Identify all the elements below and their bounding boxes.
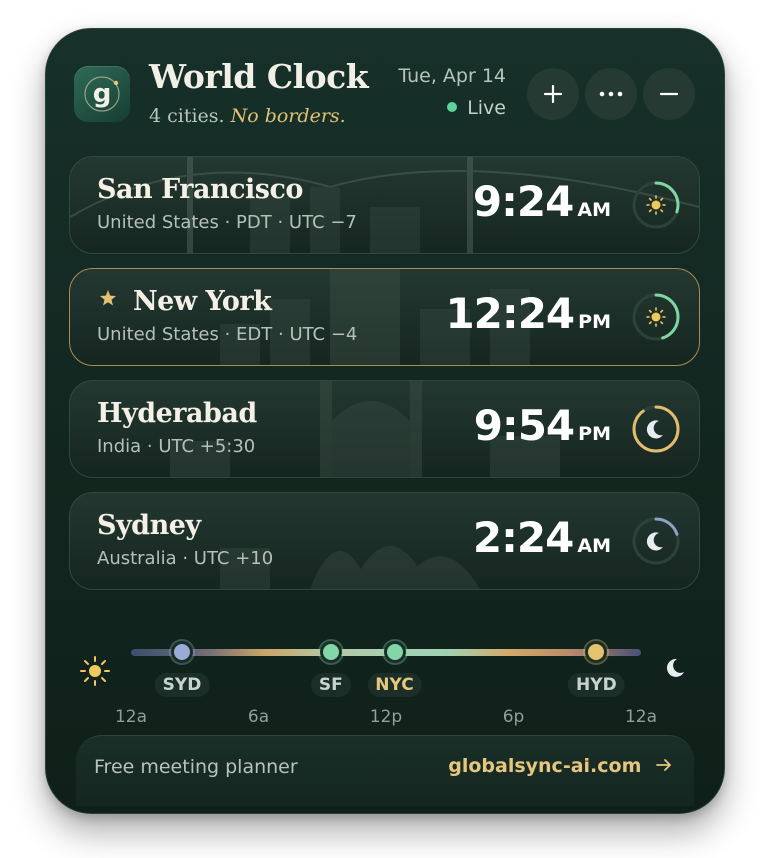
timeline-label-sf: SF <box>310 673 351 697</box>
footer: Free meeting planner globalsync-ai.com <box>76 735 694 806</box>
svg-text:g: g <box>93 79 112 109</box>
timeline-label-hyd: HYD <box>568 673 625 697</box>
city-name: Hyderabad <box>97 398 257 429</box>
city-card-san-francisco[interactable]: San Francisco United States · PDT · UTC … <box>69 156 700 254</box>
moon-icon <box>646 420 663 439</box>
timeline-marker-sf[interactable] <box>319 641 342 663</box>
current-date: Tue, Apr 14 <box>398 65 506 87</box>
live-status: Live <box>447 97 506 119</box>
timeline-marker-nyc[interactable] <box>383 641 406 663</box>
sun-icon <box>80 656 110 686</box>
add-city-button[interactable] <box>527 68 579 120</box>
plus-icon <box>543 84 563 104</box>
minus-icon <box>659 92 679 96</box>
timeline-label-syd: SYD <box>154 673 210 697</box>
time-value: 12:24 <box>445 289 575 338</box>
timeline-tick: 6a <box>247 707 270 727</box>
city-meta: United States · EDT · UTC −4 <box>97 324 358 345</box>
city-name: Sydney <box>97 510 201 541</box>
timeline-tick: 12p <box>369 707 403 727</box>
app-title: World Clock <box>149 57 369 96</box>
timeline-tick: 12a <box>624 707 658 727</box>
time-ampm: PM <box>578 423 611 445</box>
city-time: 2:24 AM <box>473 513 611 562</box>
night-progress-ring <box>632 405 680 453</box>
logo-g-icon: g <box>74 66 130 122</box>
moon-icon <box>666 658 684 677</box>
city-card-new-york[interactable]: New York United States · EDT · UTC −4 12… <box>69 268 700 366</box>
city-time: 9:54 PM <box>474 401 611 450</box>
more-options-button[interactable] <box>585 68 637 120</box>
app-subtitle: 4 cities. No borders. <box>149 105 346 127</box>
city-meta: United States · PDT · UTC −7 <box>97 212 357 233</box>
live-dot-icon <box>447 102 458 112</box>
city-name: San Francisco <box>97 174 303 205</box>
time-ampm: PM <box>578 311 611 333</box>
timeline-tick: 6p <box>502 707 525 727</box>
more-icon <box>599 91 623 97</box>
subtitle-tagline: No borders. <box>230 105 346 127</box>
sun-icon <box>646 195 666 215</box>
star-icon[interactable] <box>99 289 117 307</box>
arrow-right-icon <box>656 759 671 771</box>
world-clock-widget: g World Clock 4 cities. No borders. Tue,… <box>45 28 725 814</box>
timeline-marker-hyd[interactable] <box>585 641 608 663</box>
night-progress-ring <box>632 517 680 565</box>
city-time: 12:24 PM <box>445 289 611 338</box>
time-ampm: AM <box>577 199 611 221</box>
timeline-marker-syd[interactable] <box>171 641 193 663</box>
subtitle-count: 4 cities. <box>149 105 225 127</box>
city-time: 9:24 AM <box>473 177 611 226</box>
time-ampm: AM <box>577 535 611 557</box>
live-label: Live <box>467 97 506 119</box>
time-value: 9:54 <box>473 401 575 450</box>
city-card-sydney[interactable]: Sydney Australia · UTC +10 2:24 AM <box>69 492 700 590</box>
city-name: New York <box>133 286 272 317</box>
city-card-hyderabad[interactable]: Hyderabad India · UTC +5:30 9:54 PM <box>69 380 700 478</box>
moon-icon <box>646 532 663 551</box>
timeline-tick: 12a <box>114 707 148 727</box>
time-value: 9:24 <box>472 177 574 226</box>
planner-link[interactable]: globalsync-ai.com <box>448 755 672 777</box>
sun-icon <box>646 307 666 327</box>
timeline-label-nyc: NYC <box>367 673 422 697</box>
footer-text: Free meeting planner <box>94 756 298 778</box>
city-meta: Australia · UTC +10 <box>97 548 274 569</box>
header: g World Clock 4 cities. No borders. Tue,… <box>46 29 724 149</box>
planner-link-text: globalsync-ai.com <box>448 755 642 777</box>
day-progress-ring <box>632 181 680 229</box>
city-meta: India · UTC +5:30 <box>97 436 256 457</box>
time-value: 2:24 <box>472 513 574 562</box>
day-progress-ring <box>632 293 680 341</box>
day-timeline: SYD SF NYC HYD 12a 6a 12p 6p 12a <box>46 629 724 739</box>
minimize-button[interactable] <box>643 68 695 120</box>
